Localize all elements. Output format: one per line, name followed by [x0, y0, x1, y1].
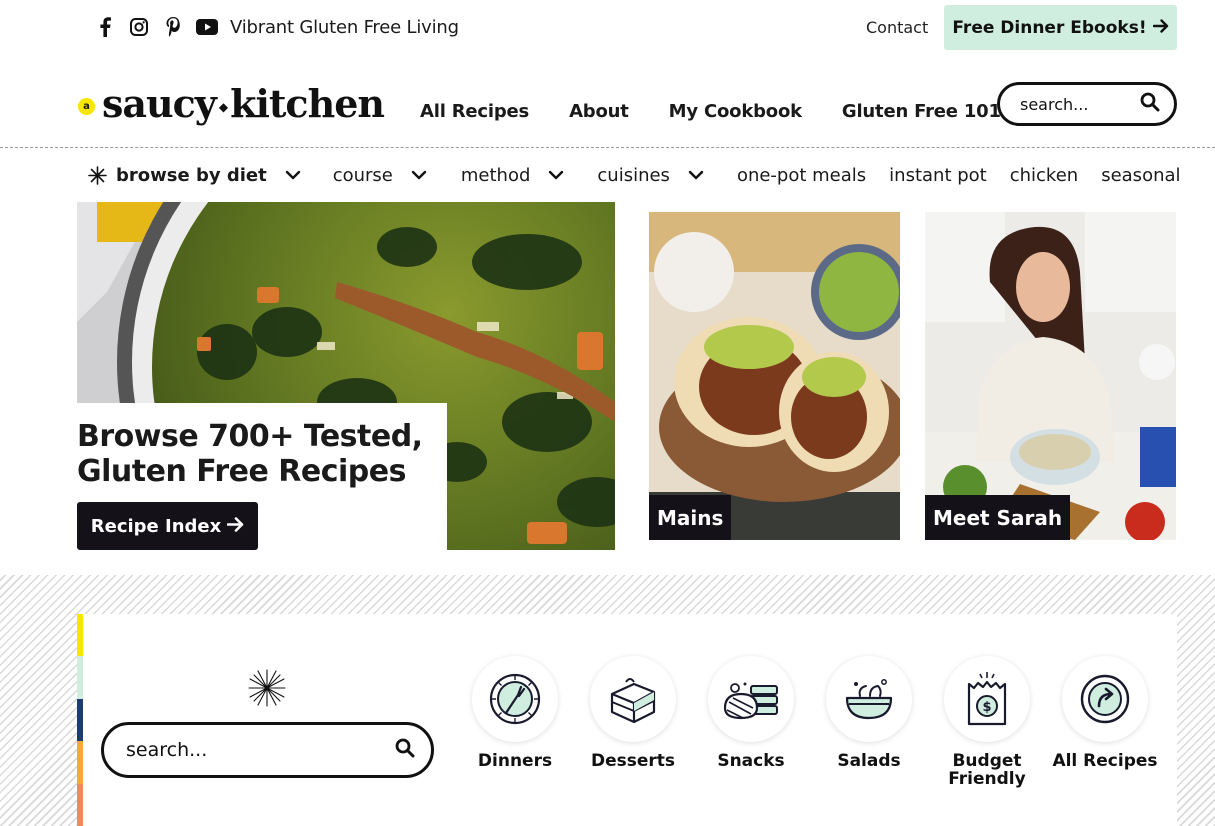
category-dinners[interactable]: Dinners: [460, 656, 570, 770]
search-icon[interactable]: [1140, 92, 1160, 116]
nav-gluten-free-101[interactable]: Gluten Free 101: [842, 101, 1001, 122]
asterisk-icon: [88, 165, 107, 185]
contact-link[interactable]: Contact: [866, 18, 928, 37]
logo-a-badge: a: [78, 97, 95, 115]
header-search-input[interactable]: [1020, 94, 1130, 114]
salad-bowl-icon: [845, 679, 893, 720]
arrow-circle-icon: [1080, 674, 1130, 724]
cake-icon: [610, 678, 656, 724]
tacos-image: [649, 212, 900, 540]
category-circle: [826, 656, 912, 742]
recipe-search-input[interactable]: [126, 739, 376, 761]
subnav-label: cuisines: [597, 164, 670, 186]
starburst-icon: [247, 668, 287, 712]
main-navigation: All Recipes About My Cookbook Gluten Fre…: [420, 101, 1001, 122]
instagram-icon[interactable]: [128, 14, 150, 40]
category-circle: [1062, 656, 1148, 742]
logo-word-saucy: saucy: [102, 80, 217, 126]
category-subnav: browse by diet course method cuisines on…: [88, 162, 1181, 188]
category-label: All Recipes: [1052, 751, 1158, 771]
subnav-chicken[interactable]: chicken: [1010, 165, 1078, 186]
subnav-label: method: [460, 164, 531, 186]
chevron-down-icon: [411, 170, 427, 180]
category-circle: [472, 656, 558, 742]
recipe-search-box: [101, 722, 434, 778]
nav-about[interactable]: About: [569, 101, 629, 122]
subnav-one-pot-meals[interactable]: one-pot meals: [737, 165, 866, 186]
logo-word-kitchen: kitchen: [230, 80, 385, 126]
subnav-label: course: [332, 164, 393, 186]
chevron-down-icon: [285, 170, 301, 180]
subnav-browse-by-diet[interactable]: browse by diet: [88, 165, 301, 186]
category-circle: [590, 656, 676, 742]
snacks-icon: [723, 682, 778, 720]
category-label: Desserts: [590, 751, 676, 771]
header-divider: [0, 147, 1215, 148]
subnav-label: browse by diet: [116, 164, 267, 186]
category-label: Salads: [837, 751, 901, 771]
meet-sarah-tile[interactable]: Meet Sarah: [925, 212, 1176, 540]
logo-wordmark: saucy ◆kitchen: [102, 80, 385, 126]
meet-sarah-label: Meet Sarah: [925, 495, 1071, 540]
diamond-icon: ◆: [218, 100, 228, 114]
plate-fork-icon: [489, 673, 541, 725]
chevron-down-icon: [548, 170, 564, 180]
category-budget-friendly[interactable]: $ Budget Friendly: [932, 656, 1042, 788]
sarah-photo: [925, 212, 1176, 540]
facebook-icon[interactable]: [94, 14, 116, 40]
category-label: Budget Friendly: [948, 751, 1026, 789]
pinterest-icon[interactable]: [162, 14, 184, 40]
hero-title: Browse 700+ Tested, Gluten Free Recipes: [77, 419, 423, 489]
site-tagline: Vibrant Gluten Free Living: [230, 17, 459, 38]
arrow-right-icon: [1152, 18, 1169, 38]
category-circle: [708, 656, 794, 742]
subnav-method[interactable]: method: [461, 165, 565, 186]
top-bar: Vibrant Gluten Free Living Contact Free …: [0, 0, 1215, 56]
nav-all-recipes[interactable]: All Recipes: [420, 101, 529, 122]
category-desserts[interactable]: Desserts: [578, 656, 688, 770]
free-ebooks-button[interactable]: Free Dinner Ebooks!: [944, 5, 1177, 50]
subnav-course[interactable]: course: [333, 165, 427, 186]
category-label: Dinners: [477, 751, 553, 771]
category-salads[interactable]: Salads: [814, 656, 924, 770]
youtube-icon[interactable]: [196, 14, 218, 40]
recipe-index-button[interactable]: Recipe Index: [77, 502, 258, 550]
arrow-right-icon: [226, 516, 244, 537]
category-snacks[interactable]: Snacks: [696, 656, 806, 770]
chevron-down-icon: [688, 170, 704, 180]
category-circle: $: [944, 656, 1030, 742]
social-links: [94, 14, 218, 40]
subnav-seasonal[interactable]: seasonal: [1101, 165, 1180, 186]
money-bag-icon: $: [967, 672, 1007, 726]
subnav-cuisines[interactable]: cuisines: [597, 165, 704, 186]
site-logo[interactable]: a saucy ◆kitchen: [78, 78, 385, 128]
category-all-recipes[interactable]: All Recipes: [1050, 656, 1160, 770]
nav-my-cookbook[interactable]: My Cookbook: [669, 101, 802, 122]
free-ebooks-label: Free Dinner Ebooks!: [952, 17, 1147, 38]
recipe-index-label: Recipe Index: [90, 515, 222, 537]
header-search-box: [997, 82, 1177, 126]
mains-tile[interactable]: Mains: [649, 212, 900, 540]
mains-label: Mains: [649, 495, 732, 540]
search-icon[interactable]: [395, 738, 415, 762]
color-stripe: [77, 614, 83, 826]
category-label: Snacks: [717, 751, 785, 771]
subnav-instant-pot[interactable]: instant pot: [889, 165, 987, 186]
svg-text:$: $: [982, 700, 991, 715]
